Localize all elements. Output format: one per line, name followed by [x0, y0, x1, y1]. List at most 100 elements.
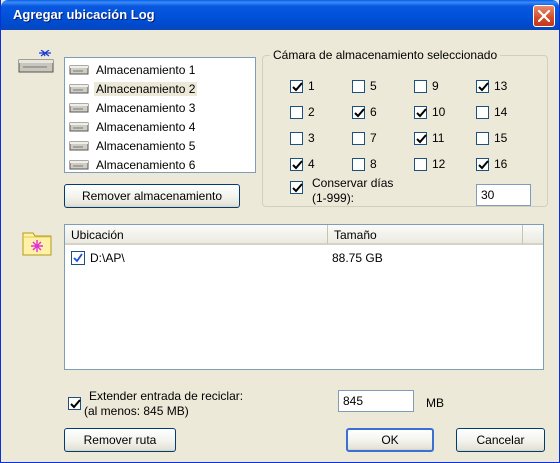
- ok-button[interactable]: OK: [346, 428, 434, 452]
- camera-checkbox-label: 3: [308, 131, 315, 145]
- camera-checkbox-box[interactable]: [352, 157, 365, 171]
- remove-path-button[interactable]: Remover ruta: [64, 428, 176, 452]
- camera-checkbox-box[interactable]: [476, 105, 489, 119]
- camera-checkbox[interactable]: 13: [476, 79, 507, 93]
- storage-list-item[interactable]: Almacenamiento 4: [69, 118, 251, 135]
- camera-checkbox-box[interactable]: [414, 131, 427, 145]
- check-icon: [292, 159, 303, 169]
- camera-checkbox-label: 15: [494, 131, 508, 145]
- table-row[interactable]: D:\AP\ 88.75 GB: [65, 249, 543, 267]
- keep-days-checkbox-box[interactable]: [290, 181, 303, 194]
- camera-checkbox-label: 8: [370, 157, 377, 171]
- keep-days-label-line1: Conservar días: [312, 176, 394, 190]
- camera-checkbox-label: 4: [308, 157, 315, 171]
- storage-list-item[interactable]: Almacenamiento 5: [69, 137, 251, 154]
- drive-icon: [69, 84, 89, 93]
- camera-checkbox-box[interactable]: [476, 131, 489, 145]
- storage-item-label: Almacenamiento 6: [96, 157, 196, 172]
- camera-checkbox-label: 12: [432, 157, 446, 171]
- drive-icon: [69, 122, 89, 131]
- storage-item-label: Almacenamiento 2: [94, 81, 198, 96]
- camera-checkbox-box[interactable]: [290, 79, 303, 93]
- storage-drive-icon: [18, 50, 54, 73]
- camera-checkbox-label: 11: [432, 131, 445, 145]
- camera-checkbox-label: 6: [370, 105, 377, 119]
- check-icon: [416, 133, 427, 143]
- column-header-location[interactable]: Ubicación: [65, 225, 328, 245]
- title-bar[interactable]: Agregar ubicación Log: [1, 0, 559, 30]
- storage-list-item[interactable]: Almacenamiento 1: [69, 61, 251, 78]
- camera-checkbox[interactable]: 5: [352, 79, 377, 93]
- camera-checkbox-label: 13: [494, 79, 508, 93]
- camera-checkbox[interactable]: 8: [352, 157, 377, 171]
- camera-checkbox-box[interactable]: [476, 157, 489, 171]
- camera-checkbox[interactable]: 2: [290, 105, 315, 119]
- camera-checkbox-label: 2: [308, 105, 315, 119]
- drive-icon: [69, 65, 89, 74]
- dialog-window: Agregar ubicación Log Almacenamiento 1 Al…: [0, 0, 560, 463]
- camera-checkbox[interactable]: 10: [414, 105, 445, 119]
- storage-item-label: Almacenamiento 1: [96, 62, 196, 77]
- camera-checkbox-label: 5: [370, 79, 377, 93]
- camera-checkbox-box[interactable]: [290, 131, 303, 145]
- camera-checkbox-label: 9: [432, 79, 439, 93]
- storage-list[interactable]: Almacenamiento 1 Almacenamiento 2 Almacena…: [64, 57, 256, 173]
- cancel-button[interactable]: Cancelar: [456, 428, 545, 452]
- column-header-empty: [523, 225, 543, 245]
- recycle-size-input[interactable]: 845: [338, 390, 414, 412]
- storage-item-label: Almacenamiento 4: [96, 119, 196, 134]
- camera-checkbox-box[interactable]: [352, 79, 365, 93]
- check-icon: [292, 81, 303, 91]
- recycle-checkbox-box[interactable]: [68, 397, 81, 410]
- camera-checkbox-box[interactable]: [414, 79, 427, 93]
- storage-item-label: Almacenamiento 5: [96, 138, 196, 153]
- camera-checkbox[interactable]: 16: [476, 157, 507, 171]
- camera-checkbox-label: 1: [308, 79, 315, 93]
- camera-checkbox[interactable]: 4: [290, 157, 315, 171]
- camera-checkbox-box[interactable]: [290, 105, 303, 119]
- storage-item-label: Almacenamiento 3: [96, 100, 196, 115]
- check-icon: [416, 107, 427, 117]
- camera-checkbox[interactable]: 15: [476, 131, 507, 145]
- camera-checkbox-box[interactable]: [290, 157, 303, 171]
- storage-list-item[interactable]: Almacenamiento 6: [69, 156, 251, 173]
- window-title: Agregar ubicación Log: [13, 7, 155, 22]
- camera-checkbox-box[interactable]: [352, 131, 365, 145]
- camera-checkbox[interactable]: 1: [290, 79, 315, 93]
- camera-checkbox-label: 14: [494, 105, 508, 119]
- row-checkbox-icon[interactable]: [71, 251, 85, 265]
- camera-checkbox[interactable]: 7: [352, 131, 377, 145]
- camera-checkbox[interactable]: 14: [476, 105, 507, 119]
- remove-storage-button[interactable]: Remover almacenamiento: [64, 184, 240, 208]
- drive-icon: [69, 160, 89, 169]
- keep-days-input[interactable]: 30: [476, 184, 531, 206]
- column-header-size[interactable]: Tamaño: [328, 225, 523, 245]
- camera-checkbox[interactable]: 12: [414, 157, 445, 171]
- check-icon: [292, 183, 303, 193]
- camera-checkbox-box[interactable]: [414, 157, 427, 171]
- camera-group-title: Cámara de almacenamiento seleccionado: [270, 48, 501, 62]
- camera-checkbox-box[interactable]: [476, 79, 489, 93]
- storage-list-item[interactable]: Almacenamiento 2: [69, 80, 251, 97]
- row-location: D:\AP\: [90, 251, 125, 265]
- camera-checkbox[interactable]: 6: [352, 105, 377, 119]
- check-icon: [478, 81, 489, 91]
- camera-checkbox[interactable]: 11: [414, 131, 444, 145]
- drive-icon: [69, 141, 89, 150]
- recycle-unit: MB: [426, 396, 444, 410]
- drive-icon: [69, 103, 89, 112]
- camera-checkbox-label: 16: [494, 157, 508, 171]
- recycle-label-line1: Extender entrada de reciclar:: [89, 389, 244, 403]
- camera-checkbox[interactable]: 3: [290, 131, 315, 145]
- check-icon: [70, 399, 81, 409]
- close-button[interactable]: [533, 5, 555, 27]
- camera-checkbox[interactable]: 9: [414, 79, 439, 93]
- camera-checkbox-box[interactable]: [414, 105, 427, 119]
- storage-list-item[interactable]: Almacenamiento 3: [69, 99, 251, 116]
- close-icon: [538, 10, 550, 22]
- check-icon: [354, 107, 365, 117]
- check-icon: [478, 159, 489, 169]
- paths-table[interactable]: Ubicación Tamaño D:\AP\ 88.75 GB: [64, 224, 544, 370]
- camera-checkbox-box[interactable]: [352, 105, 365, 119]
- keep-days-checkbox[interactable]: [290, 181, 308, 194]
